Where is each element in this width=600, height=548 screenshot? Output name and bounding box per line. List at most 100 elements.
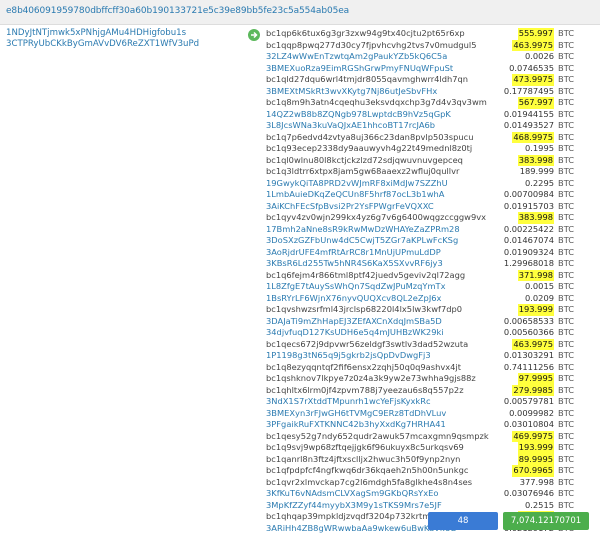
output-address-link[interactable]: 1L8ZfgE7tAuySsWhQn7SqdZwJPuMzqYmTx <box>266 281 446 293</box>
output-amount: 670.9965 <box>512 465 554 477</box>
output-address-link[interactable]: 3BMEXyn3rFJwGH6tTVMgC9ERz8TdDhVLuv <box>266 408 446 420</box>
output-unit: BTC <box>558 189 575 199</box>
output-amount: 469.9975 <box>512 430 554 442</box>
output-address-link[interactable]: bc1ql0wlnu80l8kctjckzlzd72sdjqwuvnuvgepc… <box>266 155 463 167</box>
output-address-link[interactable]: 3BMEXtMSkRt3wvXKytg7Nj86utJeSbvFHx <box>266 86 437 98</box>
output-amount: 0.00560366 <box>503 327 554 337</box>
output-amount: 468.9975 <box>512 131 554 143</box>
output-address-link[interactable]: bc1q6fejm4r866tml8ptf42juedv5geviv2ql72a… <box>266 270 465 282</box>
output-address-link[interactable]: 3BMEXuoRza9EimRGShGrwPmyFNUqWFpuSt <box>266 63 453 75</box>
output-address-link[interactable]: bc1qyv4zv0wjn299kx4yz6g7v6g6400wqgzccggw… <box>266 212 486 224</box>
output-address-link[interactable]: bc1q3ldtrr6xtpx8jam5gw68aaexz2wfluj0qull… <box>266 166 459 178</box>
output-address-link[interactable]: 34djvfuqD127KsUDH6e5q4mJUHBzWK29ki <box>266 327 444 339</box>
output-row: bc1qvshwzsrfml43jrclsp68220l4lx5lw3kwf7d… <box>266 304 596 316</box>
output-address-link[interactable]: 3KfKuT6vNAdsmCLVXagSm9GKbQRsYxEo <box>266 488 438 500</box>
output-row: bc1q8ezyqqntqf2fif6ensx2zqhj50q0q9ashvx4… <box>266 362 596 374</box>
output-address-link[interactable]: bc1qvr2xlmvckap7cg2l6mdgh5fa8glkhe4s8n4s… <box>266 477 472 489</box>
output-amount: 0.17787495 <box>503 85 554 96</box>
output-unit: BTC <box>558 108 575 119</box>
output-address-link[interactable]: bc1qld27dqu6wrl4tmjdr8055qavmghwrr4ldh7q… <box>266 74 468 86</box>
output-unit: BTC <box>558 131 575 142</box>
input-address-link[interactable]: 3CTPRyUbCKkByGmAVvDV6ReZXT1WfV3uPd <box>6 39 236 50</box>
output-amount: 0.01915703 <box>503 200 554 211</box>
output-amount: 0.0099982 <box>509 407 554 418</box>
output-address-link[interactable]: bc1qqp8pwq277d30cy7fjpvhcvhg2tvs7v0mudgu… <box>266 40 477 52</box>
output-unit: BTC <box>558 442 575 452</box>
output-row: 3PFgaikRuFXTKNNC42b3hyXxdKg7HRHA41 0.0301… <box>266 419 596 431</box>
arrow-right-icon <box>248 29 260 41</box>
output-row: 3DoSXzGZFbUnw4dC5CwjT5ZGr7aKPLwFcKSg 0.01… <box>266 235 596 247</box>
output-address-link[interactable]: 1P1198g3tN65q9j5gkrb2jsQpDvDwgFj3 <box>266 350 431 362</box>
output-address-link[interactable]: bc1q8ezyqqntqf2fif6ensx2zqhj50q0q9ashvx4… <box>266 362 461 374</box>
output-unit: BTC <box>558 269 575 280</box>
output-amount: 0.0026 <box>524 51 554 61</box>
output-address-link[interactable]: 3KBsR6Ld255Tw5hNR4S6KaX5SXvvRF6jy3 <box>266 258 443 270</box>
output-unit: BTC <box>558 39 575 50</box>
output-unit: BTC <box>558 315 575 326</box>
output-address-link[interactable]: 3PFgaikRuFXTKNNC42b3hyXxdKg7HRHA41 <box>266 419 446 431</box>
output-unit: BTC <box>558 281 575 291</box>
output-address-link[interactable]: 1LmbAuieDKqZeQCUn8F5hrf87ocL3b1whA <box>266 189 444 201</box>
output-amount: 0.03010804 <box>503 419 554 429</box>
output-row: bc1ql0wlnu80l8kctjckzlzd72sdjqwuvnuvgepc… <box>266 154 596 167</box>
transaction-hash-link[interactable]: e8b406091959780dbffcff30a60b190133721e5c… <box>6 6 349 16</box>
transaction-hash-bar: e8b406091959780dbffcff30a60b190133721e5c… <box>0 0 600 25</box>
output-address-link[interactable]: 3L8JcsWNa3kuVaQJxAE1hhcoBT17rcJA6b <box>266 120 435 132</box>
input-address-link[interactable]: 1NDyJtNTjmwk5xPNhjgAMu4HDHigfobu1s <box>6 28 236 39</box>
output-row: bc1qld27dqu6wrl4tmjdr8055qavmghwrr4ldh7q… <box>266 74 596 86</box>
output-address-link[interactable]: 3AoRjdrUFE4mfRtArRC8r1MnUjUPmuLdDP <box>266 247 441 259</box>
output-amount: 0.01944155 <box>503 108 554 119</box>
output-address-link[interactable]: 3NdX1S7rXtddTMpunrh1wcYeFjsKyxkRc <box>266 396 431 408</box>
output-amount: 383.998 <box>517 212 554 224</box>
output-address-link[interactable]: bc1qhltx6lrm0jf4zpvm788j7yeezau6s8q557p2… <box>266 385 464 397</box>
output-address-link[interactable]: 14QZ2wB8b8ZQNgb978LwptdcB9hVz5qGpK <box>266 109 451 121</box>
output-unit: BTC <box>558 476 575 487</box>
output-amount: 0.0746535 <box>509 62 554 73</box>
output-unit: BTC <box>558 177 575 188</box>
output-unit: BTC <box>558 62 575 73</box>
output-address-link[interactable]: 19GwykQiTA8PRD2vWJmRF8xiMdJw7SZZhU <box>266 178 448 190</box>
output-address-link[interactable]: 32LZ4wWwEnTzwtqAm2gPaukYZb5kQ6C5a <box>266 51 447 63</box>
output-amount: 0.74111256 <box>503 361 554 372</box>
output-unit: BTC <box>558 200 575 211</box>
output-unit: BTC <box>558 419 575 429</box>
output-address-link[interactable]: 1BsRYrLF6WjnX76nyvQUQXcv8QL2eZpJ6x <box>266 293 441 305</box>
output-address-link[interactable]: bc1q7p6edvd4zvtya8uj366c23dan8pvlp503spu… <box>266 132 473 144</box>
output-address-link[interactable]: bc1q93ecep2338dy9aauwyvh4g22t49mednl8z0t… <box>266 143 472 155</box>
output-unit: BTC <box>558 384 575 395</box>
output-amount: 0.00700984 <box>503 189 554 199</box>
output-address-link[interactable]: 3AiKChFEcSfpBvsi2Pr2YsFPWgrFeVQXXC <box>266 201 434 213</box>
output-row: 19GwykQiTA8PRD2vWJmRF8xiMdJw7SZZhU 0.2295… <box>266 178 596 190</box>
confirmations-button[interactable]: 48 Confirmations <box>428 512 498 544</box>
output-row: 3AoRjdrUFE4mfRtArRC8r1MnUjUPmuLdDP 0.0190… <box>266 247 596 259</box>
output-unit: BTC <box>558 350 575 360</box>
output-address-link[interactable]: bc1qanrl8n3ftz4jftxsclljx2hwuc3h50f9ynp2… <box>266 454 460 466</box>
output-row: bc1q93ecep2338dy9aauwyvh4g22t49mednl8z0t… <box>266 143 596 155</box>
output-row: 3DAJaTi9mZhHapEJ3ZEfAXCnXdqJmSBa5D 0.0065… <box>266 316 596 328</box>
output-row: 1LmbAuieDKqZeQCUn8F5hrf87ocL3b1whA 0.0070… <box>266 189 596 201</box>
output-address-link[interactable]: bc1q9svj9wp68zftqejjgk6f96ukuyx8c5urkqsv… <box>266 442 464 454</box>
output-address-link[interactable]: bc1q8m9h3atn4cqeqhu3eksvdqxchp3g7d4v3qv3… <box>266 97 487 109</box>
output-address-link[interactable]: bc1qecs672j9dpvwr56zeldgf3swtlv3dad52wzu… <box>266 339 468 351</box>
output-address-link[interactable]: 17Bmh2aNne8sR9kRwMwDzWHAYeZaZPRm28 <box>266 224 460 236</box>
output-address-link[interactable]: bc1qfpdpfcf4ngfkwq6dr36kqaeh2n5h00n5unkg… <box>266 465 468 477</box>
output-address-link[interactable]: bc1qesy52g7ndy652qudr2awuk57mcaxgmn9qsmp… <box>266 431 489 443</box>
output-address-link[interactable]: bc1qvshwzsrfml43jrclsp68220l4lx5lw3kwf7d… <box>266 304 462 316</box>
output-amount: 0.01909324 <box>503 246 554 257</box>
output-address-link[interactable]: bc1qp6k6tux6g3gr3zxw94g9tx40cjtu2pt65r6x… <box>266 28 465 40</box>
output-address-link[interactable]: 3DoSXzGZFbUnw4dC5CwjT5ZGr7aKPLwFcKSg <box>266 235 458 247</box>
output-row: bc1q7p6edvd4zvtya8uj366c23dan8pvlp503spu… <box>266 131 596 144</box>
output-row: 1BsRYrLF6WjnX76nyvQUQXcv8QL2eZpJ6x 0.0209… <box>266 293 596 305</box>
output-unit: BTC <box>558 396 575 406</box>
total-amount-button[interactable]: 7,074.12170701 BTC <box>503 512 589 544</box>
output-unit: BTC <box>558 258 575 268</box>
output-unit: BTC <box>558 338 575 349</box>
output-address-link[interactable]: 3DAJaTi9mZhHapEJ3ZEfAXCnXdqJmSBa5D <box>266 316 442 328</box>
output-amount: 555.997 <box>517 28 554 40</box>
output-address-link[interactable]: bc1qshknov7lkpye7z0z4a3k9yw2e73whha9gjs8… <box>266 373 476 385</box>
output-unit: BTC <box>558 223 575 234</box>
output-amount: 193.999 <box>517 442 554 454</box>
output-row: 17Bmh2aNne8sR9kRwMwDzWHAYeZaZPRm28 0.0022… <box>266 224 596 236</box>
output-unit: BTC <box>558 292 575 303</box>
output-amount: 0.01493527 <box>503 120 554 130</box>
